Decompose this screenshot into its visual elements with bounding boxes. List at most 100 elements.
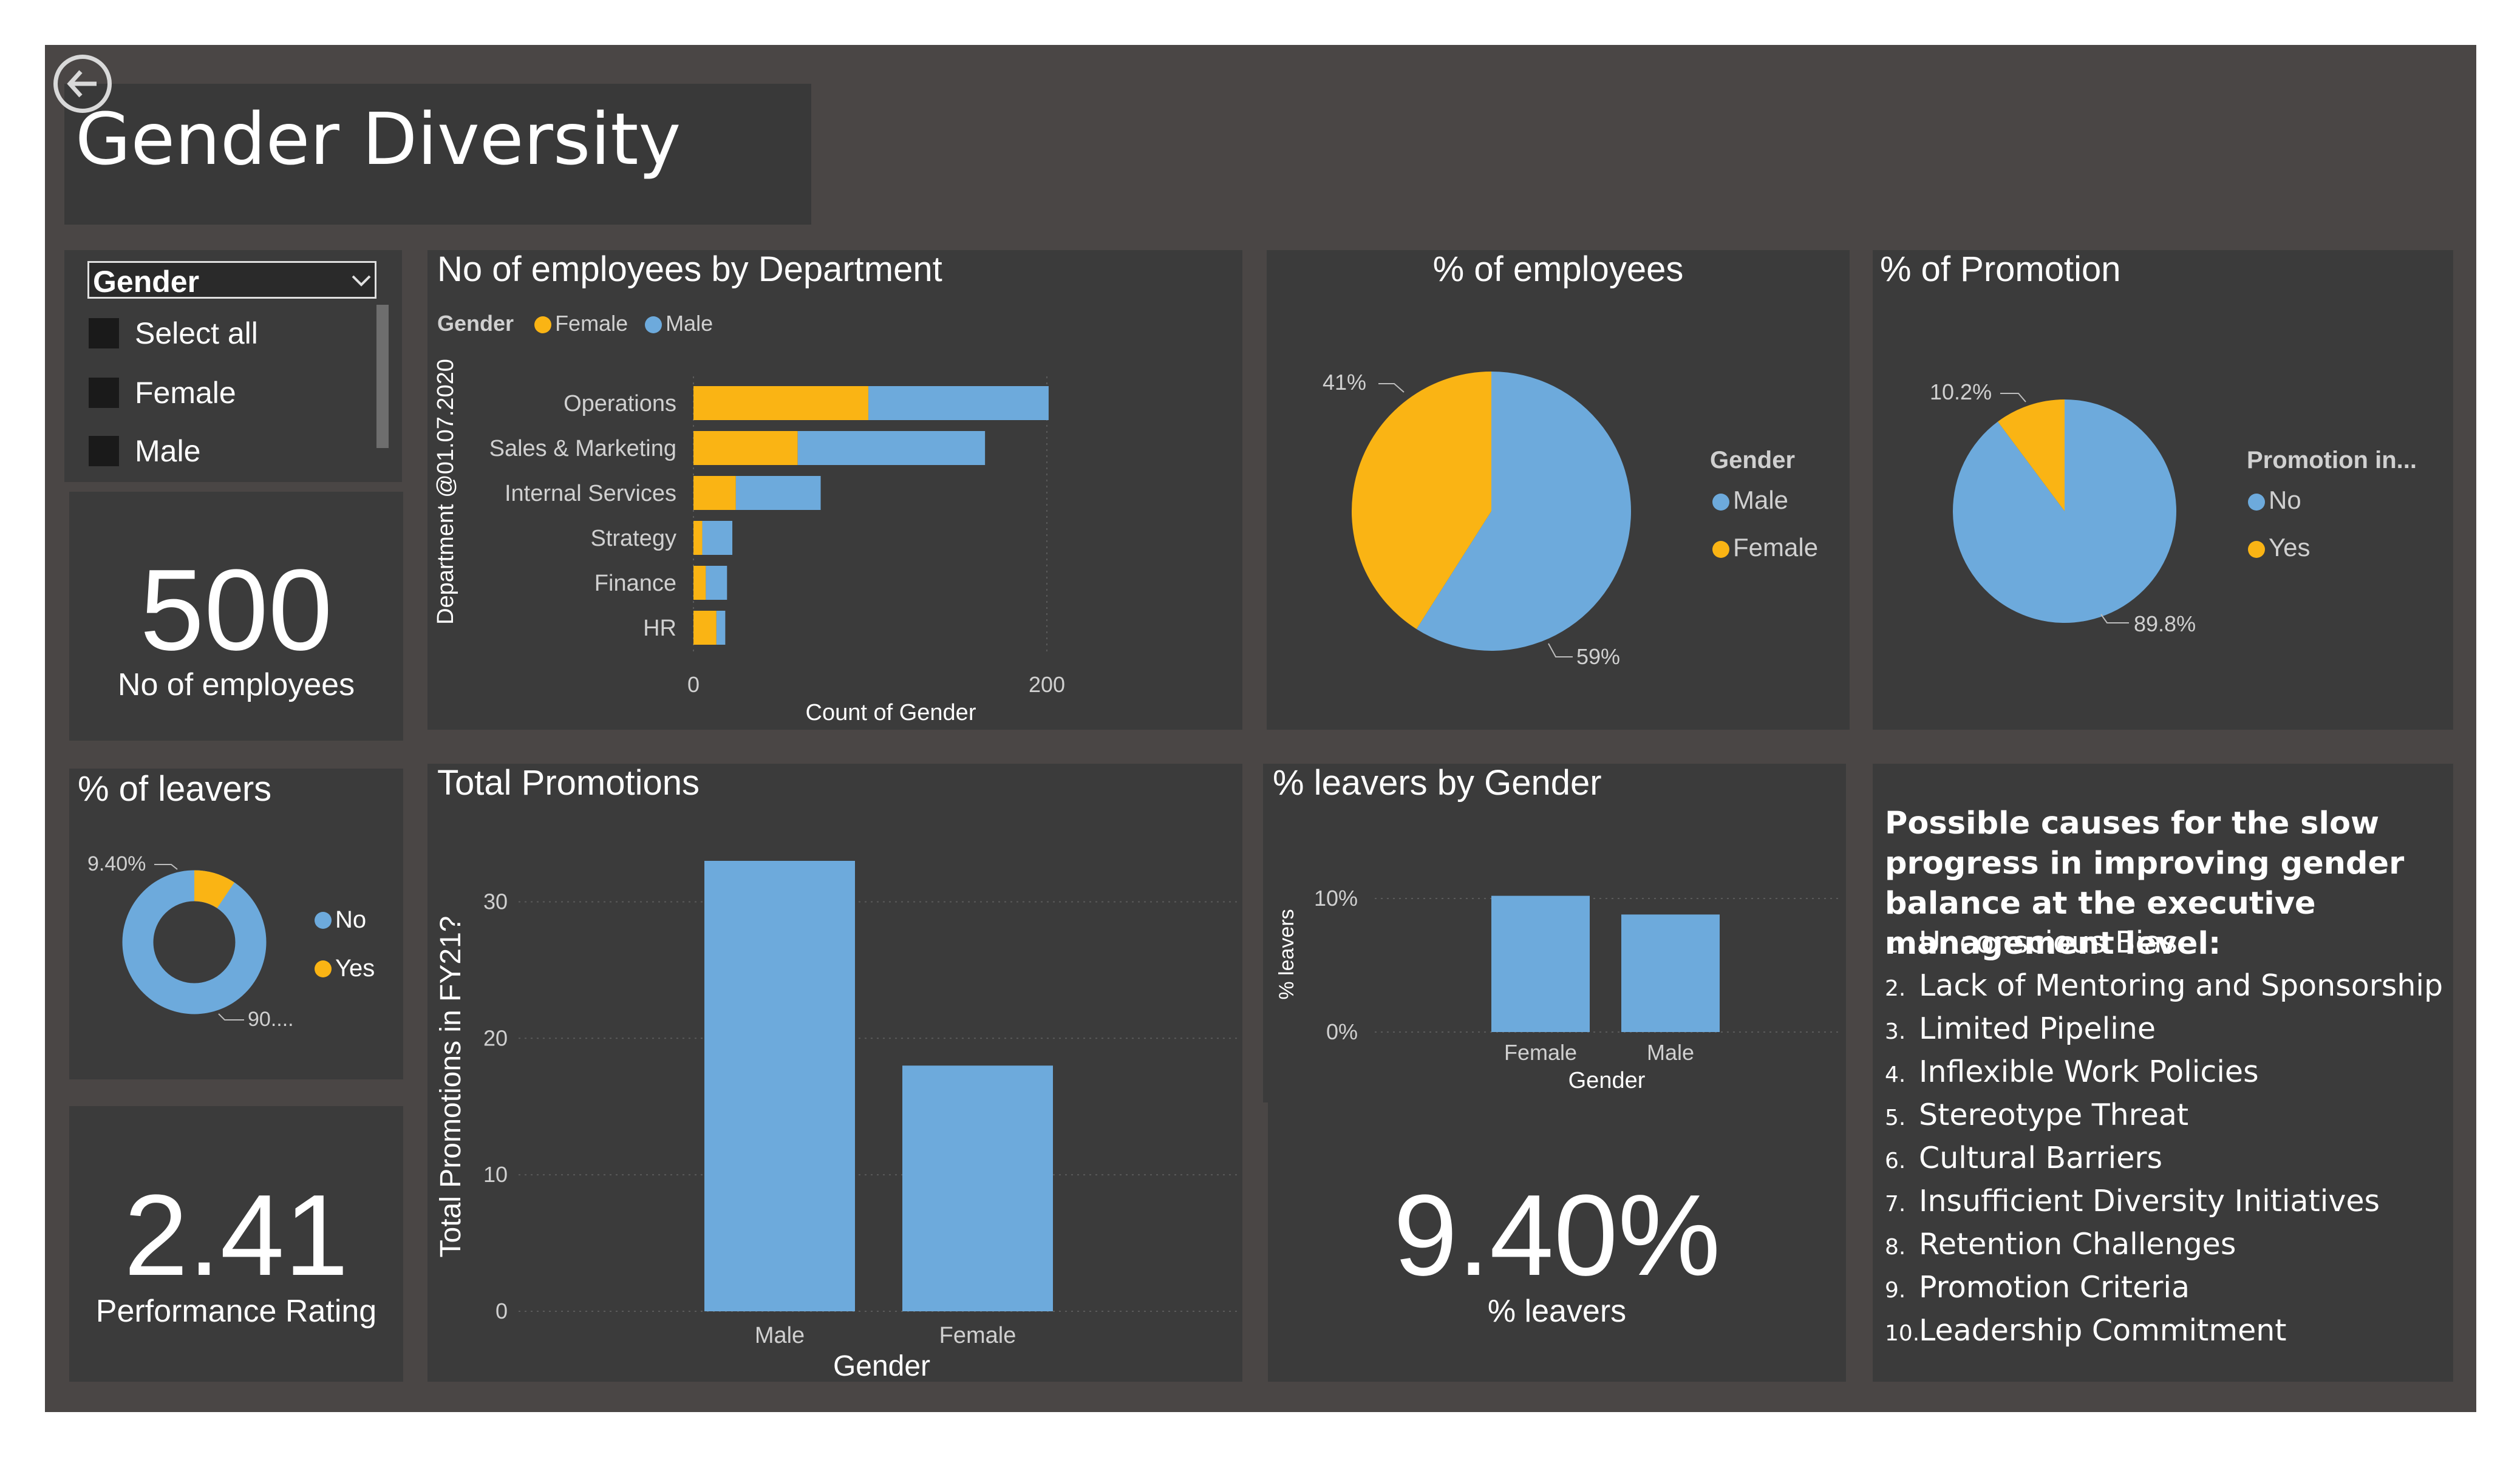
emp-pie-legend-female: Female [1712,533,1818,562]
cause-item: 2. Lack of Mentoring and Sponsorship [1885,966,2443,1009]
cause-number: 2. [1885,976,1906,1001]
lg-bar-male [1621,914,1720,1032]
total-promotions-title: Total Promotions [437,763,700,803]
cause-text: Inflexible Work Policies [1919,1055,2259,1089]
cause-text: Unconscious Bias [1919,925,2178,960]
dept-category-label: Finance [594,571,676,596]
cause-item: 3. Limited Pipeline [1885,1009,2443,1052]
lg-bar-female [1491,895,1590,1032]
cause-number: 6. [1885,1149,1906,1173]
dept-legend-female-dot [534,316,552,334]
slicer-dropdown[interactable]: Gender [87,261,376,299]
dept-bar-female [693,431,798,465]
back-arrow-icon[interactable] [53,55,112,113]
promo-pie-leader-line [2100,614,2129,623]
cause-item: 7. Insufficient Diversity Initiatives [1885,1181,2443,1224]
slicer-header: Gender [93,265,200,299]
legend-yes-label: Yes [335,955,375,982]
promo-pie-legend-title: Promotion in... [2247,447,2417,474]
dept-bar-female [693,521,703,555]
cause-text: Leadership Commitment [1919,1313,2287,1348]
cause-item: 5. Stereotype Threat [1885,1095,2443,1138]
male-checkbox[interactable] [89,436,119,466]
female-checkbox[interactable] [89,378,119,408]
cause-number: 8. [1885,1235,1906,1260]
emp-pie-value-label: 59% [1576,644,1620,669]
cause-number: 7. [1885,1192,1906,1217]
dept-category-label: Internal Services [505,481,676,506]
promo-bar-male [704,861,855,1311]
dept-bar-male [702,521,733,555]
dept-legend-male: Male [666,311,713,336]
slicer-item-male[interactable]: Male [135,433,200,469]
emp-pie-legend-male: Male [1712,486,1788,515]
promotion-pie-title: % of Promotion [1880,250,2121,289]
cause-text: Retention Challenges [1919,1227,2236,1262]
dept-category-label: Sales & Marketing [489,436,676,461]
dept-bar-male [716,611,726,645]
cause-text: Promotion Criteria [1919,1270,2190,1305]
lg-x-tick: Female [1504,1040,1577,1065]
emp-legend-male-label: Male [1733,486,1789,514]
emp-legend-female-label: Female [1733,533,1819,562]
cause-item: 8. Retention Challenges [1885,1224,2443,1268]
cause-text: Insufficient Diversity Initiatives [1919,1184,2380,1218]
leavers-donut-chart: 9.40% 90.... No Yes [87,852,375,1031]
dept-x-tick: 200 [1029,672,1065,697]
dept-x-tick: 0 [687,672,700,697]
cause-number: 9. [1885,1278,1906,1303]
promo-pie-leader-line [2000,393,2026,402]
promo-legend-no-dot [2248,493,2265,511]
total-promotions-chart: 0 10 20 30 Male Female Gender Total Promotions … [435,861,1241,1382]
promo-bar-female [902,1065,1053,1311]
promo-y-tick: 30 [483,889,508,914]
select-all-checkbox[interactable] [89,318,119,348]
slicer-scrollbar[interactable] [376,305,389,448]
donut-no-label: 90.... [248,1008,294,1031]
promo-pie-legend-no: No [2248,486,2301,515]
chevron-down-icon [352,275,371,287]
cause-text: Limited Pipeline [1919,1011,2156,1046]
causes-list: 1. Unconscious Bias 2. Lack of Mentoring an… [1885,923,2443,1354]
promotion-pie-chart: 89.8% 10.2% [1930,379,2196,636]
emp-pie-value-label: 41% [1323,370,1366,395]
lg-x-axis-title: Gender [1568,1068,1646,1093]
promo-legend-no-label: No [2269,486,2301,514]
legend-no-dot [315,912,332,929]
promo-y-tick: 0 [495,1299,508,1323]
dept-legend-title: Gender [437,311,514,336]
dept-bar-chart: Operations Sales & Marketing Internal Serv… [433,359,1065,725]
donut-slice-no [122,870,267,1014]
promo-y-tick: 20 [483,1025,508,1050]
cause-text: Lack of Mentoring and Sponsorship [1919,968,2443,1003]
promo-legend-yes-label: Yes [2269,533,2311,562]
cause-number: 3. [1885,1019,1906,1044]
cause-number: 1. [1885,933,1906,958]
dept-bar-female [693,476,736,510]
emp-pie-leader-line [1378,383,1405,393]
leavers-gender-title: % leavers by Gender [1273,763,1602,803]
dept-category-label: Strategy [590,526,676,551]
promo-pie-value-label: 89.8% [2134,611,2196,636]
employees-pie-title: % of employees [1432,250,1684,289]
lg-y-tick: 10% [1314,886,1358,911]
employees-count-label: No of employees [117,667,355,702]
dept-bar-female [693,566,706,600]
page-title: Gender Diversity [75,97,681,181]
slicer-item-female[interactable]: Female [135,375,236,410]
promo-legend-yes-dot [2248,540,2265,558]
slicer-item-select-all[interactable]: Select all [135,316,258,351]
performance-rating-value: 2.41 [124,1171,349,1300]
legend-yes-dot [315,960,332,977]
employees-count-value: 500 [140,546,333,674]
promo-y-axis-title: Total Promotions in FY21? [435,916,467,1258]
dept-bar-male [797,431,986,465]
promo-pie-value-label: 10.2% [1930,379,1992,404]
emp-pie-legend-title: Gender [1710,447,1796,474]
dept-category-label: HR [643,616,676,641]
performance-rating-label: Performance Rating [95,1294,377,1329]
employees-pie-chart: 59% 41% [1323,370,1631,669]
dept-legend-male-dot [645,316,662,334]
cause-number: 10. [1885,1321,1920,1346]
leavers-donut-title: % of leavers [78,769,272,809]
